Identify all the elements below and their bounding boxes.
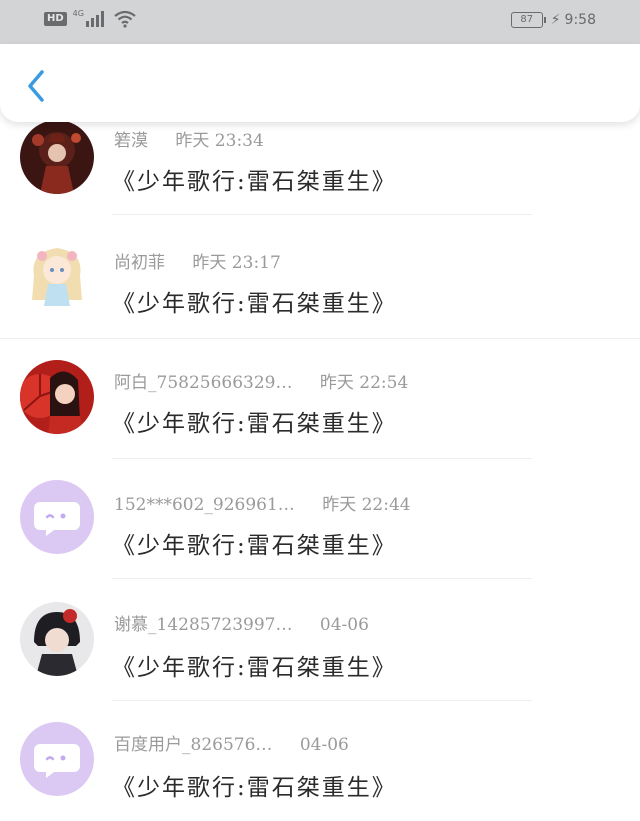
comment-text: 《少年歌行:雷石桀重生》: [112, 775, 397, 801]
comment-item[interactable]: 尚初菲 昨天 23:17 《少年歌行:雷石桀重生》: [0, 216, 640, 339]
status-time: 9:58: [564, 12, 596, 28]
back-button[interactable]: [22, 68, 52, 104]
comment-time: 昨天 23:34: [175, 131, 264, 151]
comment-time: 昨天 22:44: [322, 495, 411, 515]
default-avatar[interactable]: [20, 722, 94, 796]
battery-icon: 87: [510, 12, 546, 28]
comment-username[interactable]: 152***602_926961…: [114, 495, 295, 515]
comment-item[interactable]: 谢慕_14285723997… 04-06 《少年歌行:雷石桀重生》: [0, 580, 640, 701]
comment-time: 昨天 22:54: [319, 373, 409, 393]
wifi-icon: [114, 10, 136, 28]
hd-icon: HD: [44, 12, 67, 26]
avatar[interactable]: [20, 236, 94, 310]
comment-list: 箬漠 昨天 23:34 《少年歌行:雷石桀重生》 尚初菲 昨天 23:17 《少…: [0, 0, 640, 821]
top-app-bar: [0, 44, 640, 122]
divider: [112, 578, 532, 579]
chat-bubble-icon: [34, 502, 80, 536]
comment-time: 昨天 23:17: [192, 253, 281, 273]
comment-item[interactable]: 152***602_926961… 昨天 22:44 《少年歌行:雷石桀重生》: [0, 460, 640, 580]
network-type: 4G: [72, 8, 84, 18]
comment-username[interactable]: 百度用户_826576…: [114, 735, 272, 755]
status-bar: HD 4G 87 ⚡ 9:58: [0, 0, 640, 44]
comment-time: 04-06: [319, 615, 369, 635]
default-avatar[interactable]: [20, 480, 94, 554]
chevron-left-icon: [28, 70, 44, 102]
comment-item[interactable]: 阿白_75825666329… 昨天 22:54 《少年歌行:雷石桀重生》: [0, 338, 640, 459]
comment-username[interactable]: 谢慕_14285723997…: [114, 615, 292, 635]
avatar[interactable]: [20, 360, 94, 434]
comment-text: 《少年歌行:雷石桀重生》: [112, 411, 397, 437]
chat-bubble-icon: [34, 744, 80, 778]
comment-username[interactable]: 尚初菲: [114, 253, 165, 273]
comment-username[interactable]: 箬漠: [114, 131, 148, 151]
signal-icon: [85, 11, 104, 27]
comment-item[interactable]: 百度用户_826576… 04-06 《少年歌行:雷石桀重生》: [0, 700, 640, 820]
comment-username[interactable]: 阿白_75825666329…: [114, 373, 292, 393]
avatar[interactable]: [20, 120, 94, 194]
avatar[interactable]: [20, 602, 94, 676]
comment-text: 《少年歌行:雷石桀重生》: [112, 655, 397, 681]
divider: [112, 214, 532, 215]
comment-text: 《少年歌行:雷石桀重生》: [112, 291, 397, 317]
comment-text: 《少年歌行:雷石桀重生》: [112, 533, 397, 559]
comment-text: 《少年歌行:雷石桀重生》: [112, 169, 397, 195]
divider: [112, 458, 532, 459]
comment-time: 04-06: [299, 735, 349, 755]
charging-icon: ⚡: [550, 12, 561, 28]
